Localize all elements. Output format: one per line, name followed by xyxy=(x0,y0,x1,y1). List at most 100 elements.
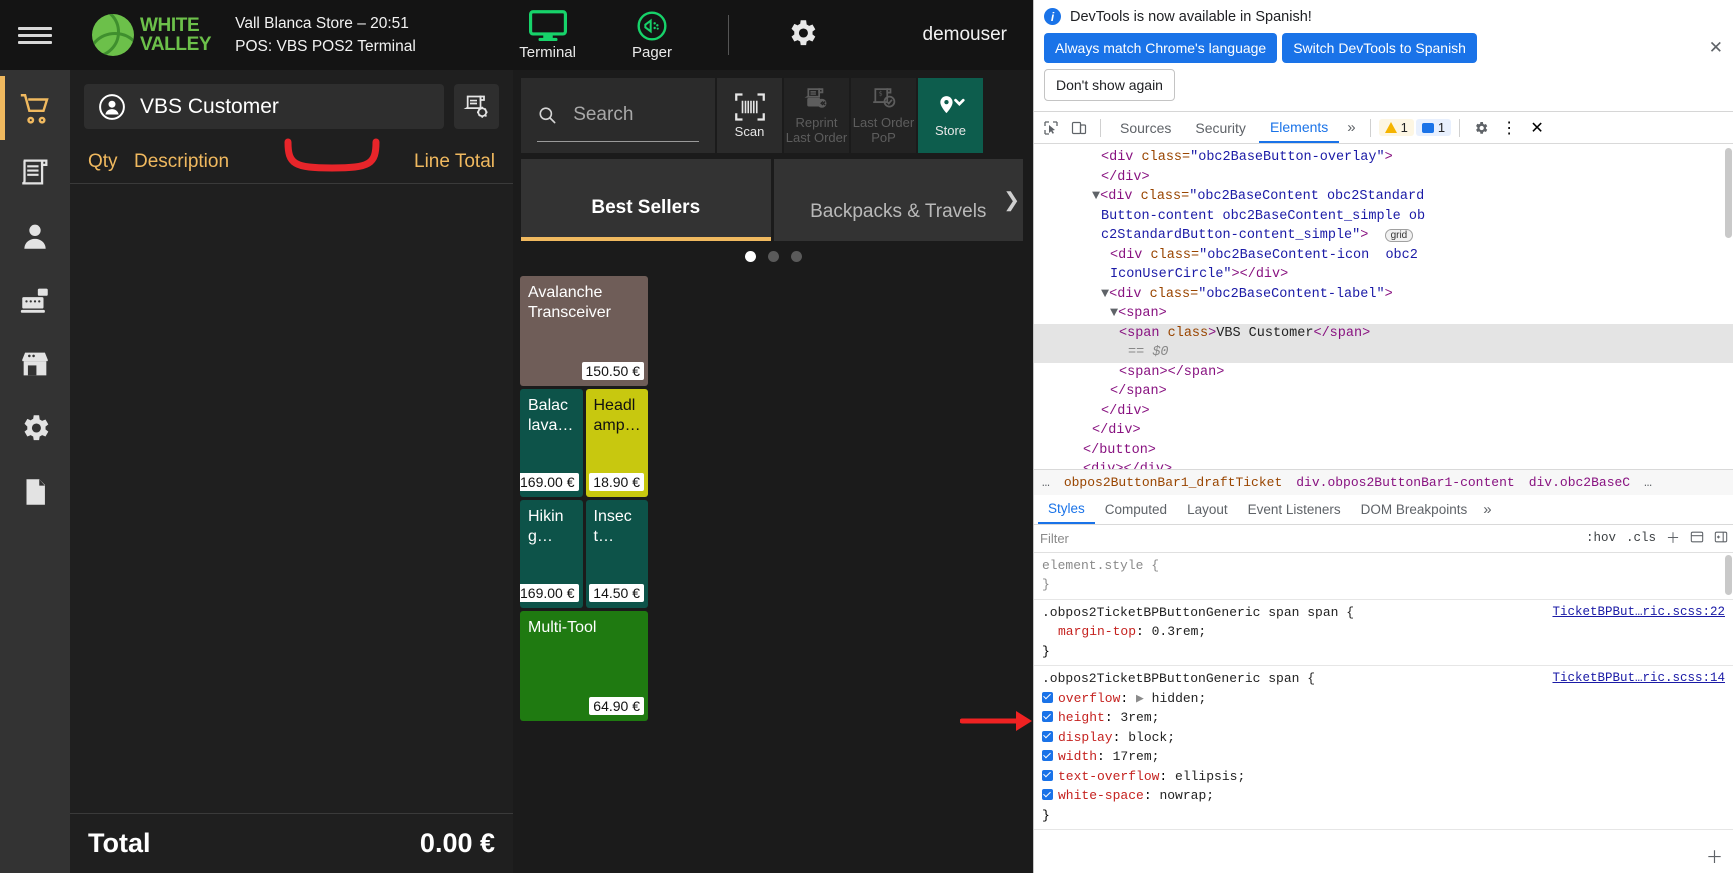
declaration-value[interactable]: 17rem; xyxy=(1113,749,1160,764)
product-tile[interactable]: Hikin g… 169.00 € xyxy=(520,500,583,608)
declaration-property[interactable]: height xyxy=(1058,710,1105,725)
sidebar-item-cart[interactable] xyxy=(0,76,70,140)
declaration-checkbox[interactable] xyxy=(1042,750,1053,761)
new-style-rule-icon[interactable] xyxy=(1685,530,1709,547)
style-declaration[interactable]: display: block; xyxy=(1042,728,1727,748)
add-style-plus-icon[interactable]: ＋ xyxy=(1706,850,1723,870)
dom-tree-line[interactable]: <div></div> xyxy=(1034,460,1733,469)
product-tile[interactable]: Balac lava… 169.00 € xyxy=(520,389,583,497)
style-declaration[interactable]: width: 17rem; xyxy=(1042,747,1727,767)
dom-tree-line[interactable]: <span></span> xyxy=(1034,363,1733,383)
tab-styles[interactable]: Styles xyxy=(1038,495,1095,524)
declaration-property[interactable]: display xyxy=(1058,730,1113,745)
declaration-checkbox[interactable] xyxy=(1042,789,1053,800)
dom-tree-line[interactable]: </div> xyxy=(1034,421,1733,441)
breadcrumb-overflow[interactable]: … xyxy=(1042,475,1050,490)
style-declaration[interactable]: height: 3rem; xyxy=(1042,708,1727,728)
dom-tree-line[interactable]: ▼<span> xyxy=(1034,304,1733,324)
declaration-property[interactable]: width xyxy=(1058,749,1097,764)
dom-tree-line[interactable]: <span class>VBS Customer</span> xyxy=(1034,324,1733,344)
declaration-value[interactable]: nowrap; xyxy=(1159,788,1214,803)
sidebar-item-cashup[interactable] xyxy=(0,268,70,332)
dom-tree-line[interactable]: <div class="obc2BaseButton-overlay"> xyxy=(1034,148,1733,168)
message-badge[interactable]: 1 xyxy=(1416,119,1451,136)
declaration-property[interactable]: margin-top xyxy=(1058,624,1136,639)
sidebar-item-settings[interactable] xyxy=(0,396,70,460)
plus-icon[interactable]: ＋ xyxy=(1661,528,1685,548)
product-tile[interactable]: Insec t… 14.50 € xyxy=(586,500,649,608)
style-rule[interactable]: .obpos2TicketBPButtonGeneric span span {… xyxy=(1034,600,1733,667)
more-vertical-icon[interactable]: ⋮ xyxy=(1496,115,1522,141)
sidebar-item-store[interactable] xyxy=(0,332,70,396)
declaration-value[interactable]: ellipsis; xyxy=(1175,769,1245,784)
declaration-checkbox[interactable] xyxy=(1042,770,1053,781)
sidebar-item-receipts[interactable] xyxy=(0,140,70,204)
last-order-pop-button[interactable]: $ Last Order PoP xyxy=(851,78,916,153)
always-match-language-button[interactable]: Always match Chrome's language xyxy=(1044,33,1277,63)
tab-layout[interactable]: Layout xyxy=(1177,495,1238,524)
sidebar-item-documents[interactable] xyxy=(0,460,70,524)
receipt-settings-icon[interactable] xyxy=(454,84,499,129)
gear-icon[interactable] xyxy=(785,16,819,55)
tab-event-listeners[interactable]: Event Listeners xyxy=(1238,495,1351,524)
tab-best-sellers[interactable]: Best Sellers xyxy=(521,159,771,241)
declaration-property[interactable]: white-space xyxy=(1058,788,1144,803)
toggle-sidebar-icon[interactable] xyxy=(1709,530,1733,547)
declaration-value[interactable]: block; xyxy=(1128,730,1175,745)
current-user[interactable]: demouser xyxy=(923,24,1008,46)
terminal-button[interactable]: Terminal xyxy=(519,10,576,61)
style-declaration[interactable]: text-overflow: ellipsis; xyxy=(1042,767,1727,787)
close-icon[interactable]: ✕ xyxy=(1524,115,1550,141)
close-icon[interactable]: ✕ xyxy=(1709,38,1723,58)
switch-to-spanish-button[interactable]: Switch DevTools to Spanish xyxy=(1282,33,1477,63)
dont-show-again-button[interactable]: Don't show again xyxy=(1044,69,1175,101)
dom-tree-line[interactable]: ▼<div class="obc2BaseContent obc2Standar… xyxy=(1034,187,1733,207)
dom-tree-line[interactable]: </div> xyxy=(1034,168,1733,188)
dom-tree-line[interactable]: c2StandardButton-content_simple"> grid xyxy=(1034,226,1733,246)
sidebar-item-customer[interactable] xyxy=(0,204,70,268)
dom-tree-line[interactable]: </div> xyxy=(1034,402,1733,422)
tab-sources[interactable]: Sources xyxy=(1109,112,1182,143)
breadcrumb-item[interactable]: div.obpos2ButtonBar1-content xyxy=(1296,475,1514,490)
scan-button[interactable]: Scan xyxy=(717,78,782,153)
style-declaration[interactable]: white-space: nowrap; xyxy=(1042,786,1727,806)
product-tile[interactable]: Headl amp… 18.90 € xyxy=(586,389,649,497)
style-declaration[interactable]: overflow: ▶ hidden; xyxy=(1042,689,1727,709)
pager-dot[interactable] xyxy=(745,251,756,262)
dom-tree-line[interactable]: ▼<div class="obc2BaseContent-label"> xyxy=(1034,285,1733,305)
reprint-last-order-button[interactable]: Reprint Last Order xyxy=(784,78,849,153)
warning-badge[interactable]: 1 xyxy=(1379,119,1414,136)
store-button[interactable]: Store xyxy=(918,78,983,153)
dom-tree-line[interactable]: Button-content obc2BaseContent_simple ob xyxy=(1034,207,1733,227)
rule-source-link[interactable]: TicketBPBut…ric.scss:14 xyxy=(1552,669,1725,689)
dom-tree-line[interactable]: </span> xyxy=(1034,382,1733,402)
styles-filter-input[interactable] xyxy=(1040,528,1575,548)
tab-dom-breakpoints[interactable]: DOM Breakpoints xyxy=(1351,495,1478,524)
chevron-right-icon[interactable]: ❯ xyxy=(999,188,1024,213)
inspect-element-icon[interactable] xyxy=(1038,115,1064,141)
device-toolbar-icon[interactable] xyxy=(1066,115,1092,141)
declaration-checkbox[interactable] xyxy=(1042,692,1053,703)
dom-tree-line[interactable]: </button> xyxy=(1034,441,1733,461)
declaration-value[interactable]: 3rem; xyxy=(1120,710,1159,725)
declaration-property[interactable]: text-overflow xyxy=(1058,769,1159,784)
chevron-double-right-icon[interactable]: » xyxy=(1341,119,1361,136)
dom-tree-line[interactable]: == $0 xyxy=(1034,343,1733,363)
hov-toggle[interactable]: :hov xyxy=(1581,531,1621,545)
tab-computed[interactable]: Computed xyxy=(1095,495,1177,524)
tab-elements[interactable]: Elements xyxy=(1259,112,1339,143)
product-tile[interactable]: Multi-Tool 64.90 € xyxy=(520,611,648,721)
style-rule[interactable]: element.style {} xyxy=(1034,553,1733,600)
cls-toggle[interactable]: .cls xyxy=(1621,531,1661,545)
pager-button[interactable]: Pager xyxy=(632,10,672,61)
product-tile[interactable]: Avalanche Transceiver 150.50 € xyxy=(520,276,648,386)
search-box[interactable] xyxy=(521,78,715,153)
dom-tree-line[interactable]: <div class="obc2BaseContent-icon obc2 xyxy=(1034,246,1733,266)
breadcrumb-item[interactable]: div.obc2BaseC xyxy=(1529,475,1630,490)
declaration-value[interactable]: hidden; xyxy=(1152,691,1207,706)
search-input[interactable] xyxy=(573,104,699,126)
gear-icon[interactable] xyxy=(1468,115,1494,141)
breadcrumb-more[interactable]: … xyxy=(1644,475,1652,490)
declaration-checkbox[interactable] xyxy=(1042,711,1053,722)
dom-tree[interactable]: <div class="obc2BaseButton-overlay"></di… xyxy=(1034,144,1733,469)
